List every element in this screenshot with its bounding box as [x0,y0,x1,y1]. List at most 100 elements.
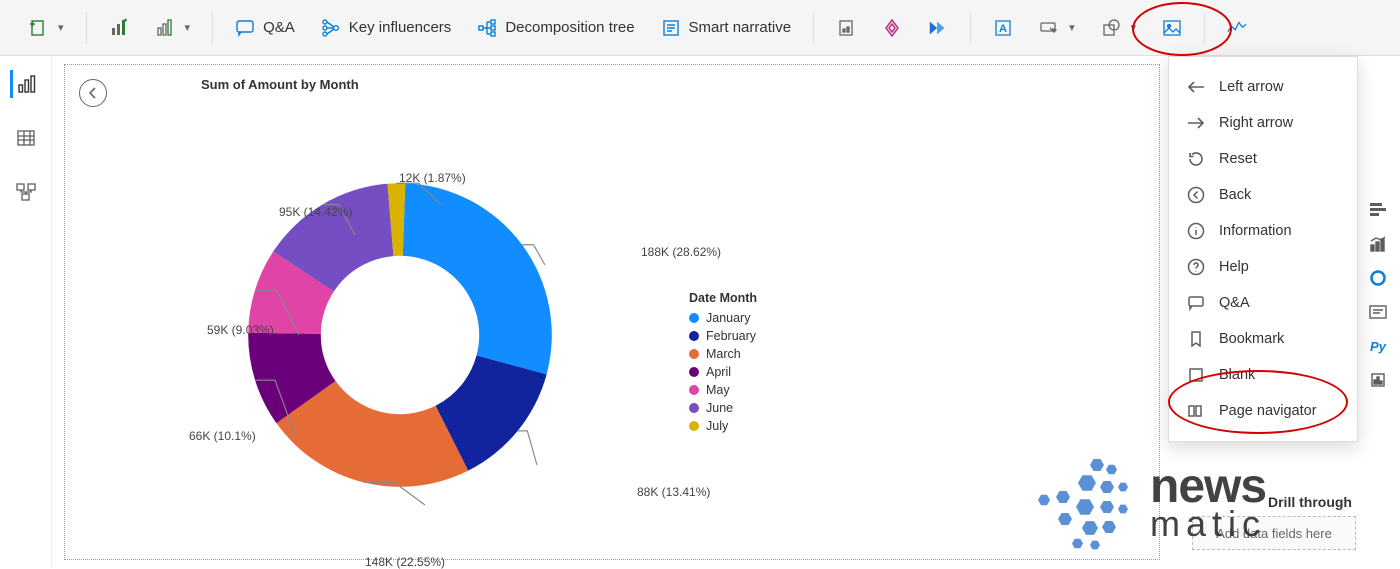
legend-item-june[interactable]: June [689,401,757,415]
sparkline-button[interactable] [1217,12,1257,44]
watermark: news matic [1034,450,1266,556]
shapes-icon [1101,18,1121,38]
legend-item-march[interactable]: March [689,347,757,361]
legend-swatch [689,349,699,359]
legend-item-january[interactable]: January [689,311,757,325]
legend-swatch [689,421,699,431]
dd-left-arrow[interactable]: Left arrow [1169,69,1357,105]
dd-blank[interactable]: Blank [1169,357,1357,393]
legend-swatch [689,313,699,323]
viz-line-column-icon[interactable] [1366,232,1390,256]
dd-label: Help [1219,259,1249,275]
viz-stacked-bar-icon[interactable] [1366,198,1390,222]
legend-swatch [689,331,699,341]
segment-label-july: 12K (1.87%) [399,171,466,185]
svg-text:A: A [999,23,1007,35]
shapes-dropdown[interactable]: ▾ [1091,12,1147,44]
power-automate-button[interactable] [918,12,958,44]
drill-back-button[interactable] [79,79,107,107]
key-influencers-button[interactable]: Key influencers [311,12,462,44]
viz-card-icon[interactable] [1366,300,1390,324]
viz-donut-icon[interactable] [1366,266,1390,290]
view-rail [0,56,52,568]
reset-icon [1187,150,1205,168]
column-chart-add-icon [155,18,175,38]
back-icon [1187,186,1205,204]
text-box-icon: A [993,18,1013,38]
chevron-down-icon: ▾ [1069,21,1075,34]
key-influencers-icon [321,18,341,38]
blank-icon [1187,366,1205,384]
info-icon [1187,222,1205,240]
donut-segment-january[interactable] [403,183,552,374]
segment-label-january: 188K (28.62%) [641,245,721,259]
dd-label: Back [1219,187,1251,203]
segment-label-april: 66K (10.1%) [189,429,256,443]
legend-title: Date Month [689,291,757,305]
dd-qa[interactable]: Q&A [1169,285,1357,321]
smart-narrative-label: Smart narrative [689,19,792,36]
decomposition-tree-icon [477,18,497,38]
dd-help[interactable]: Help [1169,249,1357,285]
segment-label-february: 88K (13.41%) [637,485,710,499]
dd-information[interactable]: Information [1169,213,1357,249]
chat-icon [1187,294,1205,312]
dd-label: Blank [1219,367,1255,383]
dd-label: Page navigator [1219,403,1317,419]
legend-item-may[interactable]: May [689,383,757,397]
add-page-icon [28,18,48,38]
dd-page-navigator[interactable]: Page navigator [1169,393,1357,429]
smart-narrative-button[interactable]: Smart narrative [651,12,802,44]
legend-label: May [706,383,730,397]
dd-reset[interactable]: Reset [1169,141,1357,177]
legend-item-february[interactable]: February [689,329,757,343]
legend-swatch [689,403,699,413]
chevron-down-icon: ▾ [58,21,64,34]
new-visual-dropdown[interactable]: ▾ [18,12,74,44]
more-visuals-dropdown[interactable]: ▾ [145,12,201,44]
report-icon [836,18,856,38]
legend-label: March [706,347,741,361]
viz-column-icon[interactable] [1366,368,1390,392]
image-button[interactable] [1152,12,1192,44]
buttons-dropdown-menu: Left arrow Right arrow Reset Back Inform… [1168,56,1358,442]
dd-back[interactable]: Back [1169,177,1357,213]
separator [1204,12,1205,44]
viz-python-icon[interactable]: Py [1366,334,1390,358]
report-view-button[interactable] [10,70,38,98]
drill-through-heading: Drill through [1268,494,1352,510]
paginated-report-button[interactable] [826,12,866,44]
donut-chart[interactable] [235,170,565,500]
separator [86,12,87,44]
segment-label-march: 148K (22.55%) [365,555,445,569]
qa-button[interactable]: Q&A [225,12,305,44]
help-icon [1187,258,1205,276]
model-view-button[interactable] [12,178,40,206]
legend-label: February [706,329,756,343]
decomposition-tree-button[interactable]: Decomposition tree [467,12,644,44]
chevron-down-icon: ▾ [185,21,191,34]
dd-right-arrow[interactable]: Right arrow [1169,105,1357,141]
legend-item-july[interactable]: July [689,419,757,433]
report-canvas[interactable]: Sum of Amount by Month 188K (28.62%) 88K … [64,64,1160,560]
power-apps-icon [882,18,902,38]
data-view-button[interactable] [12,124,40,152]
legend-item-april[interactable]: April [689,365,757,379]
qa-label: Q&A [263,19,295,36]
legend-swatch [689,385,699,395]
text-box-button[interactable]: A [983,12,1023,44]
dd-label: Information [1219,223,1292,239]
power-automate-icon [928,18,948,38]
buttons-dropdown[interactable]: ▾ [1029,12,1085,44]
dd-label: Reset [1219,151,1257,167]
dd-bookmark[interactable]: Bookmark [1169,321,1357,357]
chart-title: Sum of Amount by Month [201,77,359,92]
separator [212,12,213,44]
chevron-down-icon: ▾ [1131,21,1137,34]
power-apps-button[interactable] [872,12,912,44]
new-visual-button[interactable] [99,12,139,44]
segment-label-may: 59K (9.03%) [207,323,274,337]
left-arrow-icon [1187,78,1205,96]
image-icon [1162,18,1182,38]
legend-label: January [706,311,750,325]
